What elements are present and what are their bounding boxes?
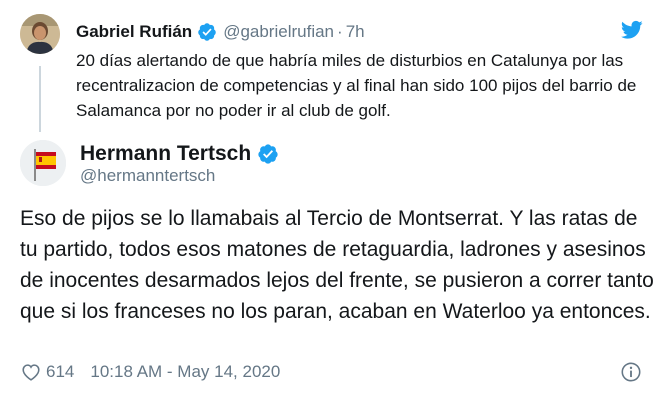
heart-icon[interactable] [20,361,42,383]
verified-badge-icon [197,22,217,42]
reply-author-avatar[interactable] [20,140,66,186]
reply-tweet-text: Eso de pijos se lo llamabais al Tercio d… [20,207,654,323]
tweet-footer: 614 10:18 AM - May 14, 2020 [20,360,280,384]
quoted-author-name[interactable]: Gabriel Rufián [76,22,192,42]
twitter-bird-icon[interactable] [620,20,643,40]
quoted-tweet-text: 20 días alertando de que habría miles de… [76,51,637,120]
quoted-author-handle[interactable]: @gabrielrufian [223,22,334,42]
quoted-tweet-time[interactable]: 7h [346,22,365,42]
quoted-author-avatar[interactable] [20,14,60,54]
like-count[interactable]: 614 [46,362,74,382]
header-separator: · [337,22,343,41]
reply-author-name[interactable]: Hermann Tertsch [80,142,251,166]
thread-line [39,66,41,132]
reply-author-handle[interactable]: @hermanntertsch [80,166,215,186]
tweet-timestamp[interactable]: 10:18 AM - May 14, 2020 [90,362,280,382]
quoted-tweet-header: Gabriel Rufián @gabrielrufian · 7h [76,20,365,44]
verified-badge-icon [257,143,279,165]
info-icon[interactable] [620,361,642,383]
reply-author-name-row: Hermann Tertsch [80,142,279,166]
